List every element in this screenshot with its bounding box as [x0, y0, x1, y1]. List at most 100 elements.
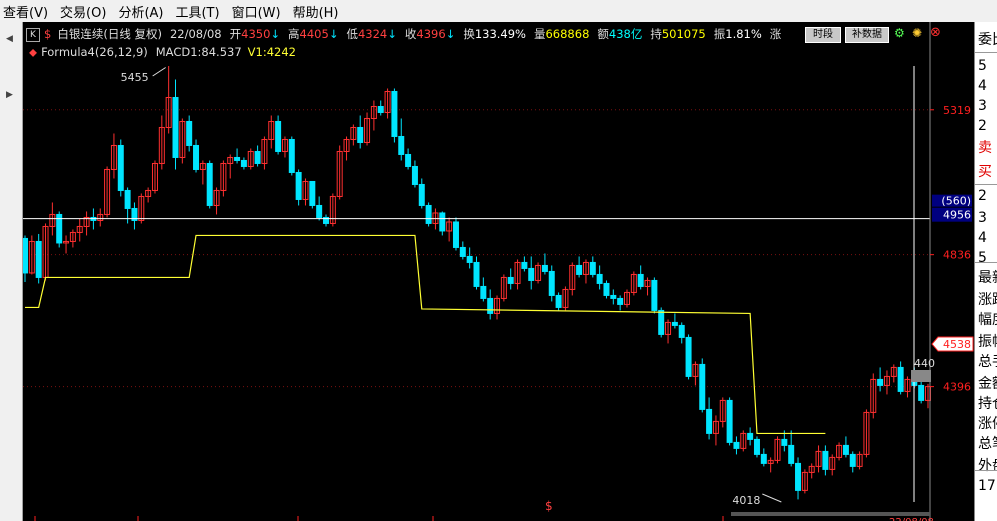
candle: [678, 322, 685, 344]
candle-body: [316, 204, 323, 218]
candle: [815, 445, 822, 473]
candle: [808, 463, 815, 479]
refresh-icon[interactable]: ✺: [912, 26, 922, 40]
quote-field-label: 换: [463, 27, 475, 41]
candle-body: [699, 363, 706, 410]
candle-body: [637, 273, 644, 287]
candle-body: [398, 135, 405, 155]
candle: [117, 139, 124, 197]
candle: [425, 202, 432, 227]
left-toolbar-strip: ◀ ▶: [0, 22, 23, 521]
candle-body: [234, 156, 241, 161]
candle: [124, 187, 131, 224]
candle: [630, 271, 637, 296]
candle: [801, 469, 808, 494]
menu-trade[interactable]: 交易(O): [57, 2, 115, 21]
low-annotation: 4018: [732, 494, 760, 507]
candle-body: [391, 90, 398, 137]
dollar-bottom-icon: $: [545, 499, 553, 513]
side-panel-label: 17:: [978, 478, 997, 494]
candle-body: [35, 240, 42, 278]
candle: [275, 115, 282, 155]
candle: [240, 157, 247, 170]
candle: [439, 211, 446, 236]
quote-field-label: 高: [288, 27, 300, 41]
candle: [494, 295, 501, 320]
fill-data-button[interactable]: 补数据: [845, 27, 889, 43]
candle: [302, 178, 309, 206]
side-panel-divider: [975, 184, 997, 185]
candle: [405, 148, 412, 170]
candle-body: [706, 408, 713, 434]
candle: [69, 229, 76, 248]
settings-gear-icon[interactable]: ⚙: [894, 26, 905, 40]
quote-field: 量668868: [534, 27, 589, 41]
instrument-name: 白银连续(日线 复权): [57, 27, 162, 41]
menu-window[interactable]: 窗口(W): [229, 2, 290, 21]
candle-body: [842, 444, 849, 455]
menu-analysis[interactable]: 分析(A): [115, 2, 172, 21]
candle: [610, 289, 617, 305]
candle: [281, 136, 288, 158]
candle: [172, 79, 179, 170]
candle: [719, 397, 726, 428]
candle-body: [877, 378, 884, 386]
candle-body: [610, 294, 617, 299]
candle-body: [411, 165, 418, 185]
candle: [487, 289, 494, 320]
chart-type-box[interactable]: K: [26, 27, 40, 42]
candle-body: [357, 126, 364, 143]
v1-line: [25, 234, 826, 435]
menu-help[interactable]: 帮助(H): [290, 2, 348, 21]
side-panel-label: 持仓: [978, 396, 997, 412]
side-panel-label: 4: [978, 78, 987, 94]
candle-body: [521, 261, 528, 269]
candle: [288, 136, 295, 176]
candle: [254, 145, 261, 167]
quote-field-label: 低: [346, 27, 358, 41]
candle: [145, 187, 152, 203]
quote-field-value: 4405: [299, 27, 329, 41]
candle: [788, 430, 795, 467]
candle-body: [507, 276, 514, 284]
quote-field-value: 1.81%: [725, 27, 762, 41]
kline-chart[interactable]: 5319 4836 4396 (560)4956 4538 440 5455 4018 $22/…: [23, 22, 974, 521]
quote-field-value: 438亿: [608, 27, 643, 41]
candle: [206, 160, 213, 209]
candle: [56, 211, 63, 248]
candle: [624, 289, 630, 308]
candle: [822, 445, 829, 476]
quote-fields: 开4350↓ 高4405↓ 低4324↓ 收4396↓ 换133.49% 量668868 额…: [222, 27, 782, 41]
candle-body: [726, 399, 733, 443]
candle: [500, 274, 507, 302]
candle: [555, 292, 562, 311]
candle-body: [822, 450, 829, 470]
high-annotation-line: [152, 67, 166, 77]
candle: [589, 256, 596, 278]
candle-body: [678, 324, 685, 338]
candle: [535, 262, 542, 284]
candle-body: [651, 279, 658, 311]
candle: [774, 436, 781, 464]
down-arrow-icon: ↓: [328, 27, 339, 41]
quote-field-label: 振: [713, 27, 726, 41]
collapse-arrow-icon[interactable]: ◀: [6, 34, 13, 44]
candle: [651, 277, 658, 314]
menu-tools[interactable]: 工具(T): [172, 2, 228, 21]
candle: [35, 233, 42, 284]
candle: [261, 136, 268, 170]
quote-field: 额438亿: [597, 27, 642, 41]
close-chart-icon[interactable]: ⊗: [930, 25, 941, 40]
menu-view[interactable]: 查看(V): [0, 2, 57, 21]
quote-info-bar: K $ 白银连续(日线 复权) 22/08/08 开4350↓ 高4405↓ 低4324↓ 收…: [23, 25, 781, 43]
candle-body: [452, 221, 459, 248]
menu-bar: 查看(V) 交易(O) 分析(A) 工具(T) 窗口(W) 帮助(H): [0, 0, 997, 23]
candle-body: [473, 261, 480, 287]
expand-arrow-icon[interactable]: ▶: [6, 90, 13, 100]
candle-body: [548, 270, 555, 296]
quote-field-label: 量: [533, 27, 546, 41]
candle: [890, 364, 897, 383]
side-panel-divider: [975, 470, 997, 471]
period-button[interactable]: 时段: [805, 27, 841, 43]
candle: [740, 430, 747, 452]
